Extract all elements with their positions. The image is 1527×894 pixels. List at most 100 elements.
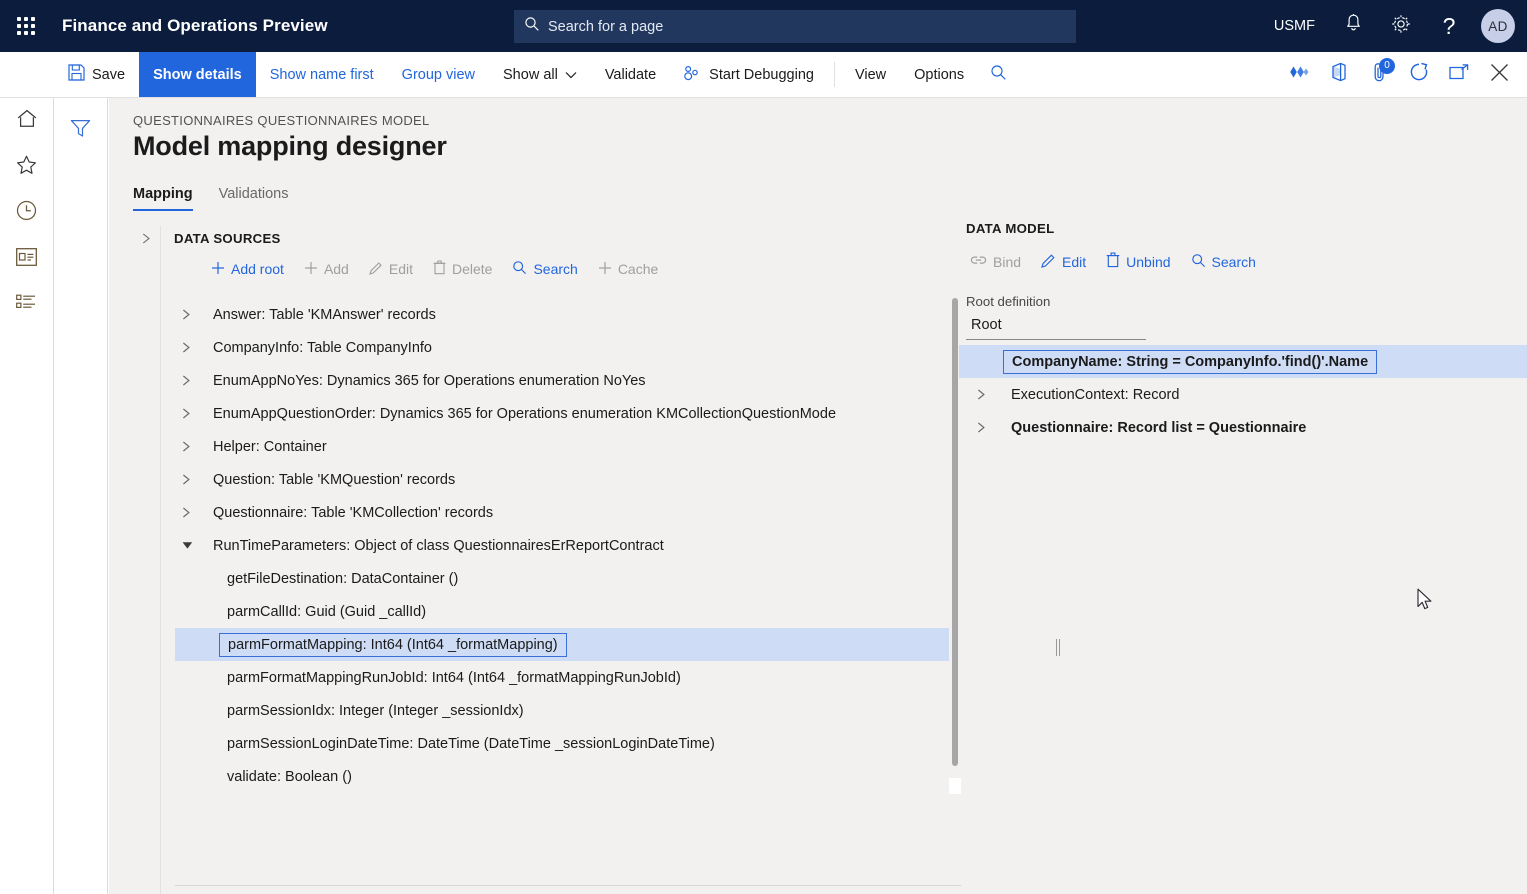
show-name-first-label: Show name first: [270, 67, 374, 83]
tab-validations[interactable]: Validations: [219, 186, 289, 211]
delete-button[interactable]: Delete: [423, 256, 502, 282]
open-in-new-window-button[interactable]: [1439, 52, 1479, 97]
dm-edit-button[interactable]: Edit: [1031, 249, 1096, 275]
dm-search-button[interactable]: Search: [1181, 249, 1266, 275]
share-icon: [1288, 65, 1310, 84]
root-definition-input[interactable]: [966, 314, 1146, 340]
options-menu-button[interactable]: Options: [900, 52, 978, 97]
expand-toggle[interactable]: [182, 364, 191, 397]
filter-button[interactable]: [54, 108, 108, 154]
company-selector[interactable]: USMF: [1260, 18, 1329, 34]
close-button[interactable]: [1479, 52, 1519, 97]
view-menu-button[interactable]: View: [841, 52, 900, 97]
show-all-dropdown[interactable]: Show all: [489, 52, 591, 97]
nav-home-button[interactable]: [0, 98, 54, 144]
data-source-node[interactable]: parmFormatMappingRunJobId: Int64 (Int64 …: [175, 661, 949, 694]
notifications-button[interactable]: [1329, 0, 1377, 52]
start-debugging-label: Start Debugging: [709, 67, 814, 83]
home-icon: [17, 109, 37, 133]
nav-modules-button[interactable]: [0, 282, 54, 328]
app-launcher-button[interactable]: [0, 0, 52, 52]
group-view-button[interactable]: Group view: [388, 52, 489, 97]
show-name-first-button[interactable]: Show name first: [256, 52, 388, 97]
data-source-node[interactable]: RunTimeParameters: Object of class Quest…: [175, 529, 949, 562]
expand-toggle[interactable]: [182, 397, 191, 430]
top-bar-right-cluster: USMF ? AD: [1260, 0, 1527, 52]
avatar[interactable]: AD: [1481, 9, 1515, 43]
tab-mapping[interactable]: Mapping: [133, 186, 193, 211]
nav-favorites-button[interactable]: [0, 144, 54, 190]
data-model-heading: DATA MODEL: [966, 221, 1054, 236]
share-button[interactable]: [1279, 52, 1319, 97]
expand-toggle[interactable]: [182, 463, 191, 496]
command-bar-left-group: Save Show details Show name first Group …: [54, 52, 1018, 97]
save-button[interactable]: Save: [54, 52, 139, 97]
data-source-node[interactable]: Questionnaire: Table 'KMCollection' reco…: [175, 496, 949, 529]
search-button[interactable]: Search: [502, 256, 587, 282]
help-button[interactable]: ?: [1425, 0, 1473, 52]
data-model-node-label: ExecutionContext: Record: [1007, 385, 1183, 405]
validate-button[interactable]: Validate: [591, 52, 670, 97]
plus-icon: [304, 261, 318, 278]
global-search[interactable]: [514, 10, 1076, 43]
data-source-node[interactable]: Question: Table 'KMQuestion' records: [175, 463, 949, 496]
refresh-button[interactable]: [1399, 52, 1439, 97]
chevron-right-icon: [142, 233, 151, 244]
command-search-button[interactable]: [978, 52, 1018, 97]
expand-toggle[interactable]: [182, 430, 191, 463]
data-source-node-label: EnumAppQuestionOrder: Dynamics 365 for O…: [209, 404, 840, 424]
show-details-button[interactable]: Show details: [139, 52, 256, 97]
data-source-node[interactable]: parmSessionLoginDateTime: DateTime (Date…: [175, 727, 949, 760]
search-input[interactable]: [548, 19, 1066, 35]
data-source-node[interactable]: parmSessionIdx: Integer (Integer _sessio…: [175, 694, 949, 727]
data-sources-tree[interactable]: Answer: Table 'KMAnswer' records CompanyI…: [175, 298, 949, 826]
attachments-button[interactable]: 0: [1359, 52, 1399, 97]
data-source-node[interactable]: EnumAppNoYes: Dynamics 365 for Operation…: [175, 364, 949, 397]
expand-toggle[interactable]: [182, 331, 191, 364]
nav-recent-button[interactable]: [0, 190, 54, 236]
data-sources-expander[interactable]: [133, 233, 160, 244]
expand-toggle[interactable]: [182, 298, 191, 331]
scrollbar-thumb[interactable]: [952, 298, 958, 766]
refresh-icon: [1409, 62, 1429, 87]
expand-toggle[interactable]: [182, 496, 191, 529]
command-bar-right-group: 0: [1279, 52, 1527, 97]
data-source-node[interactable]: EnumAppQuestionOrder: Dynamics 365 for O…: [175, 397, 949, 430]
save-icon: [68, 64, 85, 85]
data-source-node-label: Answer: Table 'KMAnswer' records: [209, 305, 440, 325]
data-model-node[interactable]: ExecutionContext: Record: [959, 378, 1527, 411]
data-source-node-label: parmFormatMappingRunJobId: Int64 (Int64 …: [223, 668, 685, 688]
data-source-node[interactable]: Answer: Table 'KMAnswer' records: [175, 298, 949, 331]
data-source-node[interactable]: getFileDestination: DataContainer (): [175, 562, 949, 595]
cache-button[interactable]: Cache: [588, 257, 668, 282]
trash-icon: [433, 260, 446, 278]
data-source-node[interactable]: validate: Boolean (): [175, 760, 949, 793]
bind-button[interactable]: Bind: [960, 250, 1031, 274]
add-root-button[interactable]: Add root: [201, 257, 294, 282]
data-sources-heading: DATA SOURCES: [174, 231, 281, 246]
data-model-node[interactable]: CompanyName: String = CompanyInfo.'find(…: [959, 345, 1527, 378]
nav-workspaces-button[interactable]: [0, 236, 54, 282]
add-button[interactable]: Add: [294, 257, 359, 282]
data-source-node[interactable]: parmFormatMapping: Int64 (Int64 _formatM…: [175, 628, 949, 661]
page-tabs: Mapping Validations: [133, 186, 288, 211]
data-model-node-label: CompanyName: String = CompanyInfo.'find(…: [1003, 350, 1377, 374]
data-source-node[interactable]: parmCallId: Guid (Guid _callId): [175, 595, 949, 628]
expand-toggle[interactable]: [977, 378, 986, 411]
scrollbar-end-cap: [949, 778, 961, 794]
bind-label: Bind: [993, 254, 1021, 270]
edit-button[interactable]: Edit: [359, 257, 423, 282]
unbind-button[interactable]: Unbind: [1096, 248, 1180, 275]
dm-search-label: Search: [1212, 254, 1256, 270]
expand-toggle[interactable]: [977, 411, 986, 444]
start-debugging-button[interactable]: Start Debugging: [670, 52, 828, 97]
data-model-tree[interactable]: CompanyName: String = CompanyInfo.'find(…: [959, 345, 1527, 444]
settings-button[interactable]: [1377, 0, 1425, 52]
funnel-icon: [70, 119, 91, 143]
open-in-office-button[interactable]: [1319, 52, 1359, 97]
search-label: Search: [533, 261, 577, 277]
data-source-node[interactable]: Helper: Container: [175, 430, 949, 463]
data-model-node[interactable]: Questionnaire: Record list = Questionnai…: [959, 411, 1527, 444]
collapse-toggle[interactable]: [182, 529, 193, 562]
data-source-node[interactable]: CompanyInfo: Table CompanyInfo: [175, 331, 949, 364]
